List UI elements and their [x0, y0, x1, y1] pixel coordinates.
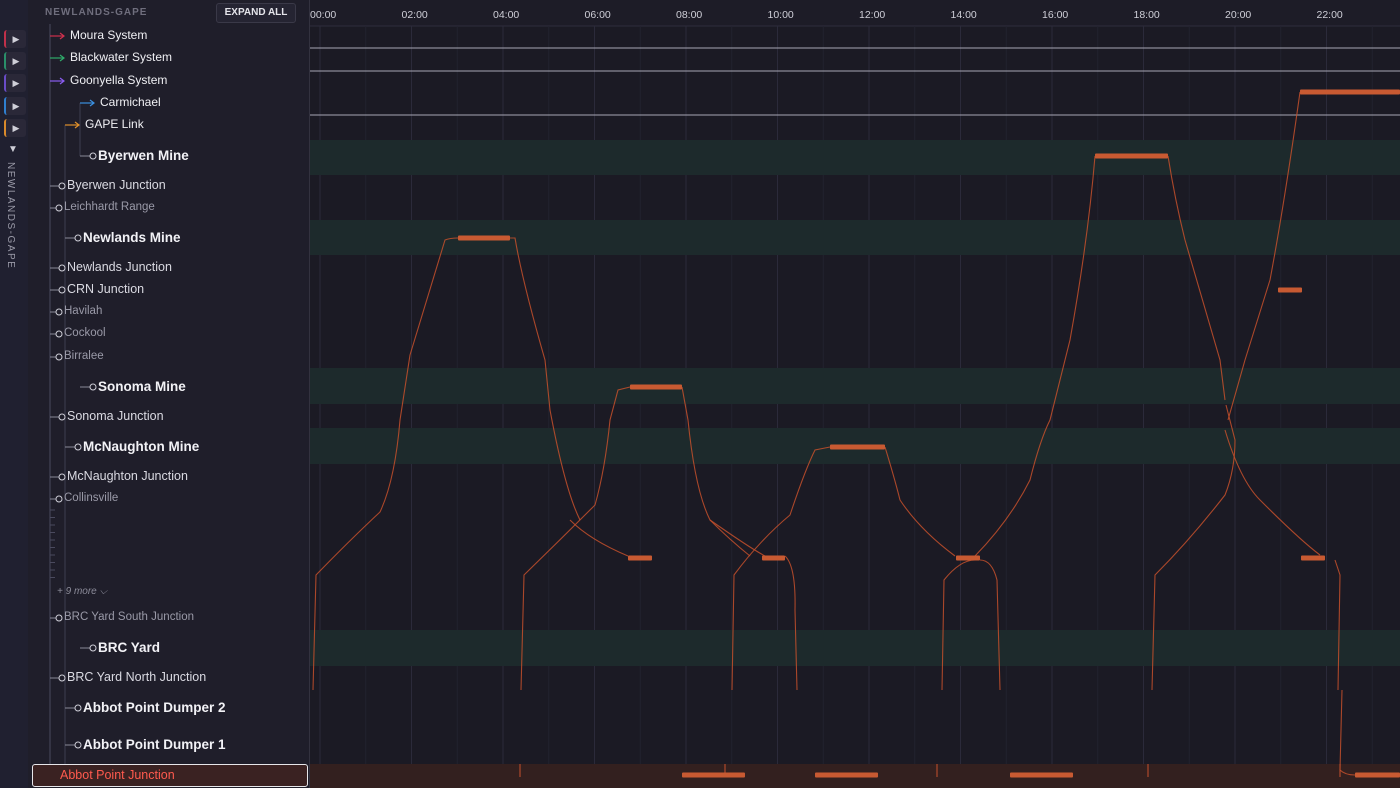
time-tick-label: 02:00 — [402, 9, 428, 21]
dwell-bar — [628, 555, 652, 561]
system-blackwater-system[interactable]: Blackwater System — [70, 50, 172, 64]
system-rail: ▶ ▶ ▶ ▶ ▶ ▼ NEWLANDS-GAPE — [0, 0, 29, 788]
dwell-bar — [458, 235, 510, 241]
time-tick-label: 10:00 — [768, 9, 794, 21]
play-icon: ▶ — [12, 78, 20, 88]
location-havilah[interactable]: Havilah — [64, 305, 102, 317]
time-tick-label: 20:00 — [1225, 9, 1251, 21]
location-newlands-junction[interactable]: Newlands Junction — [67, 260, 172, 274]
location-brc-yard-north-junction[interactable]: BRC Yard North Junction — [67, 670, 206, 684]
time-tick-label: 16:00 — [1042, 9, 1068, 21]
train-path — [974, 155, 1096, 557]
location-cockool[interactable]: Cockool — [64, 327, 106, 339]
location-leichhardt-range[interactable]: Leichhardt Range — [64, 201, 155, 213]
time-tick-label: 00:00 — [310, 9, 336, 21]
time-tick-label: 22:00 — [1317, 9, 1343, 21]
time-tick-label: 12:00 — [859, 9, 885, 21]
system-toggle-button[interactable]: ▶ — [4, 30, 26, 48]
system-toggle-button[interactable]: ▶ — [4, 97, 26, 115]
train-path — [569, 519, 629, 557]
play-icon: ▶ — [12, 56, 20, 66]
play-icon: ▶ — [12, 123, 20, 133]
location-byerwen-mine[interactable]: Byerwen Mine — [98, 148, 189, 163]
location-sonoma-junction[interactable]: Sonoma Junction — [67, 409, 164, 423]
train-path — [941, 559, 976, 691]
play-icon: ▶ — [12, 101, 20, 111]
train-graph-timeline[interactable]: 00:00 02:00 04:00 06:00 08:00 10:00 12:00 14:00… — [310, 0, 1400, 788]
time-tick-label: 18:00 — [1134, 9, 1160, 21]
location-birralee[interactable]: Birralee — [64, 350, 104, 362]
train-path — [979, 559, 1001, 691]
train-path — [784, 555, 798, 691]
time-tick-label: 04:00 — [493, 9, 519, 21]
dwell-bar — [1300, 89, 1400, 95]
time-tick-label: 06:00 — [585, 9, 611, 21]
dwell-bar — [1355, 772, 1400, 778]
train-path — [1334, 559, 1341, 691]
system-carmichael[interactable]: Carmichael — [100, 95, 161, 109]
train-path — [681, 386, 766, 557]
system-gape-link[interactable]: GAPE Link — [85, 117, 144, 131]
chevron-down-icon[interactable]: ▼ — [8, 144, 18, 155]
system-goonyella-system[interactable]: Goonyella System — [70, 73, 167, 87]
location-sonoma-mine[interactable]: Sonoma Mine — [98, 379, 186, 394]
dwell-bar — [762, 555, 785, 561]
dwell-bar — [956, 555, 980, 561]
train-path — [709, 519, 751, 557]
location-mcnaughton-mine[interactable]: McNaughton Mine — [83, 439, 199, 454]
more-label: + 9 more — [57, 586, 97, 597]
dwell-bar — [630, 384, 682, 390]
location-newlands-mine[interactable]: Newlands Mine — [83, 230, 181, 245]
train-path — [1167, 155, 1226, 401]
location-band — [310, 140, 1400, 175]
location-crn-junction[interactable]: CRN Junction — [67, 282, 144, 296]
location-abbot-point-dumper-2[interactable]: Abbot Point Dumper 2 — [83, 700, 226, 715]
time-tick-label: 08:00 — [676, 9, 702, 21]
system-moura-system[interactable]: Moura System — [70, 28, 147, 42]
location-brc-yard-south-junction[interactable]: BRC Yard South Junction — [64, 611, 194, 623]
selected-location-label: Abbot Point Junction — [60, 768, 175, 782]
corridor-vertical-label: NEWLANDS-GAPE — [5, 162, 16, 270]
dwell-bar — [830, 444, 885, 450]
dwell-bar — [1095, 153, 1168, 159]
dwell-bar — [682, 772, 745, 778]
location-collinsville[interactable]: Collinsville — [64, 492, 118, 504]
time-tick-label: 14:00 — [951, 9, 977, 21]
location-brc-yard[interactable]: BRC Yard — [98, 640, 160, 655]
train-path — [1339, 689, 1356, 776]
dwell-bar — [1010, 772, 1073, 778]
system-toggle-button[interactable]: ▶ — [4, 119, 26, 137]
system-toggle-button[interactable]: ▶ — [4, 52, 26, 70]
show-more-toggle[interactable]: + 9 more ⌵ — [57, 586, 107, 597]
location-mcnaughton-junction[interactable]: McNaughton Junction — [67, 469, 188, 483]
chevron-down-icon: ⌵ — [99, 586, 108, 597]
location-sidebar: NEWLANDS-GAPE EXPAND ALL Moura System Bla… — [28, 0, 310, 788]
dwell-bar — [1278, 287, 1302, 293]
play-icon: ▶ — [12, 34, 20, 44]
dwell-bar — [1301, 555, 1325, 561]
location-byerwen-junction[interactable]: Byerwen Junction — [67, 178, 166, 192]
system-toggle-button[interactable]: ▶ — [4, 74, 26, 92]
location-band — [310, 630, 1400, 666]
location-band — [310, 368, 1400, 404]
dwell-bar — [815, 772, 878, 778]
location-abbot-point-dumper-1[interactable]: Abbot Point Dumper 1 — [83, 737, 226, 752]
